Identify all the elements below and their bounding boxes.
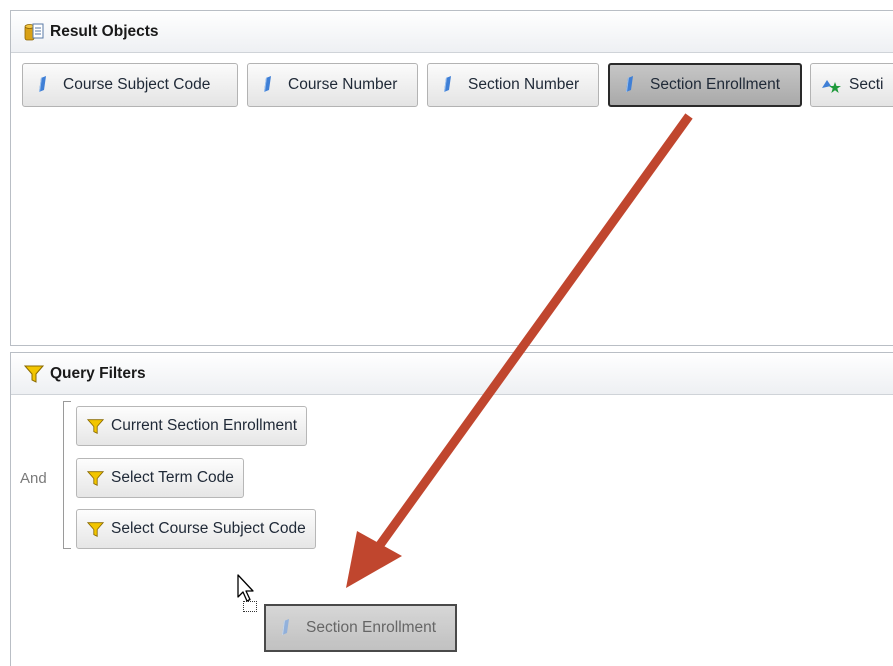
result-object-label: Secti — [849, 76, 884, 93]
result-object-section-enrollment[interactable]: Section Enrollment — [608, 63, 802, 107]
query-filters-title: Query Filters — [50, 364, 146, 382]
filter-funnel-icon — [24, 365, 44, 383]
drag-ghost-label: Section Enrollment — [306, 619, 437, 636]
result-objects-panel: Result Objects Course Subject Code Cours… — [10, 10, 893, 346]
result-object-label: Course Number — [288, 76, 398, 93]
and-operator-label[interactable]: And — [20, 470, 47, 487]
result-object-course-number[interactable]: Course Number — [247, 63, 418, 107]
query-filters-header: Query Filters — [11, 353, 893, 395]
dimension-icon — [264, 76, 271, 92]
filter-label: Select Course Subject Code — [111, 520, 306, 537]
result-object-section-partial[interactable]: Secti — [810, 63, 893, 107]
result-object-label: Section Number — [468, 76, 580, 93]
drag-ghost-section-enrollment[interactable]: Section Enrollment — [264, 604, 457, 652]
filter-select-term-code[interactable]: Select Term Code — [76, 458, 244, 498]
result-objects-header: Result Objects — [11, 11, 893, 53]
result-objects-icon — [24, 23, 44, 40]
result-object-section-number[interactable]: Section Number — [427, 63, 599, 107]
result-object-course-subject-code[interactable]: Course Subject Code — [22, 63, 238, 107]
measure-star-icon — [822, 80, 841, 93]
filter-label: Current Section Enrollment — [111, 417, 298, 434]
filter-current-section-enrollment[interactable]: Current Section Enrollment — [76, 406, 308, 446]
filter-select-course-subject-code[interactable]: Select Course Subject Code — [76, 509, 316, 549]
dimension-icon — [39, 76, 46, 92]
filter-label: Select Term Code — [111, 469, 234, 486]
mouse-cursor-icon — [237, 574, 254, 602]
result-object-label: Course Subject Code — [63, 76, 211, 93]
dimension-icon — [444, 76, 451, 92]
filter-funnel-icon — [87, 521, 104, 537]
result-object-label: Section Enrollment — [650, 76, 781, 93]
filter-funnel-icon — [87, 418, 104, 434]
dimension-icon — [282, 619, 289, 635]
result-objects-title: Result Objects — [50, 22, 159, 40]
dimension-icon — [626, 76, 633, 92]
filter-funnel-icon — [87, 470, 104, 486]
and-bracket — [63, 401, 71, 549]
